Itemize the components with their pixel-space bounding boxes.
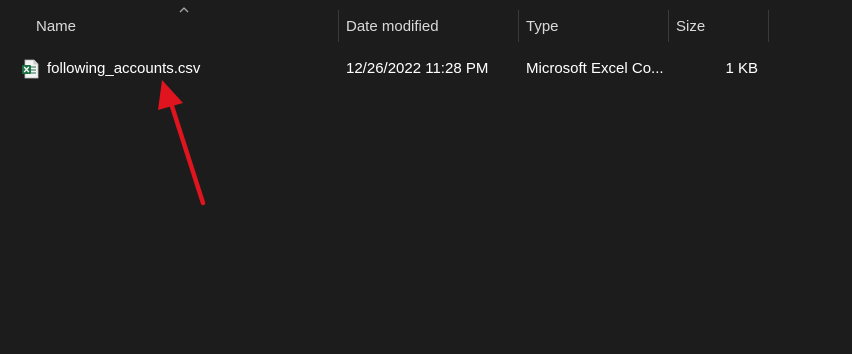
- column-header-type-label: Type: [526, 17, 559, 35]
- red-arrow-annotation: [158, 80, 206, 206]
- column-header-size[interactable]: Size: [668, 0, 768, 52]
- excel-csv-file-icon: [22, 59, 39, 79]
- file-explorer-details-view: Name Date modified Type Size following_a…: [0, 0, 852, 354]
- column-header-name[interactable]: Name: [28, 0, 338, 52]
- column-header-name-label: Name: [36, 17, 77, 35]
- column-divider[interactable]: [768, 10, 769, 42]
- file-row[interactable]: following_accounts.csv 12/26/2022 11:28 …: [18, 56, 778, 82]
- file-name: following_accounts.csv: [47, 60, 201, 77]
- column-header-date-modified[interactable]: Date modified: [338, 0, 518, 52]
- file-date-modified: 12/26/2022 11:28 PM: [346, 60, 489, 77]
- column-header-date-modified-label: Date modified: [346, 17, 439, 35]
- file-type: Microsoft Excel Co...: [526, 60, 664, 77]
- column-header-type[interactable]: Type: [518, 0, 668, 52]
- column-header-row: Name Date modified Type Size: [0, 0, 852, 52]
- file-size: 1 KB: [725, 60, 758, 77]
- column-header-size-label: Size: [676, 17, 706, 35]
